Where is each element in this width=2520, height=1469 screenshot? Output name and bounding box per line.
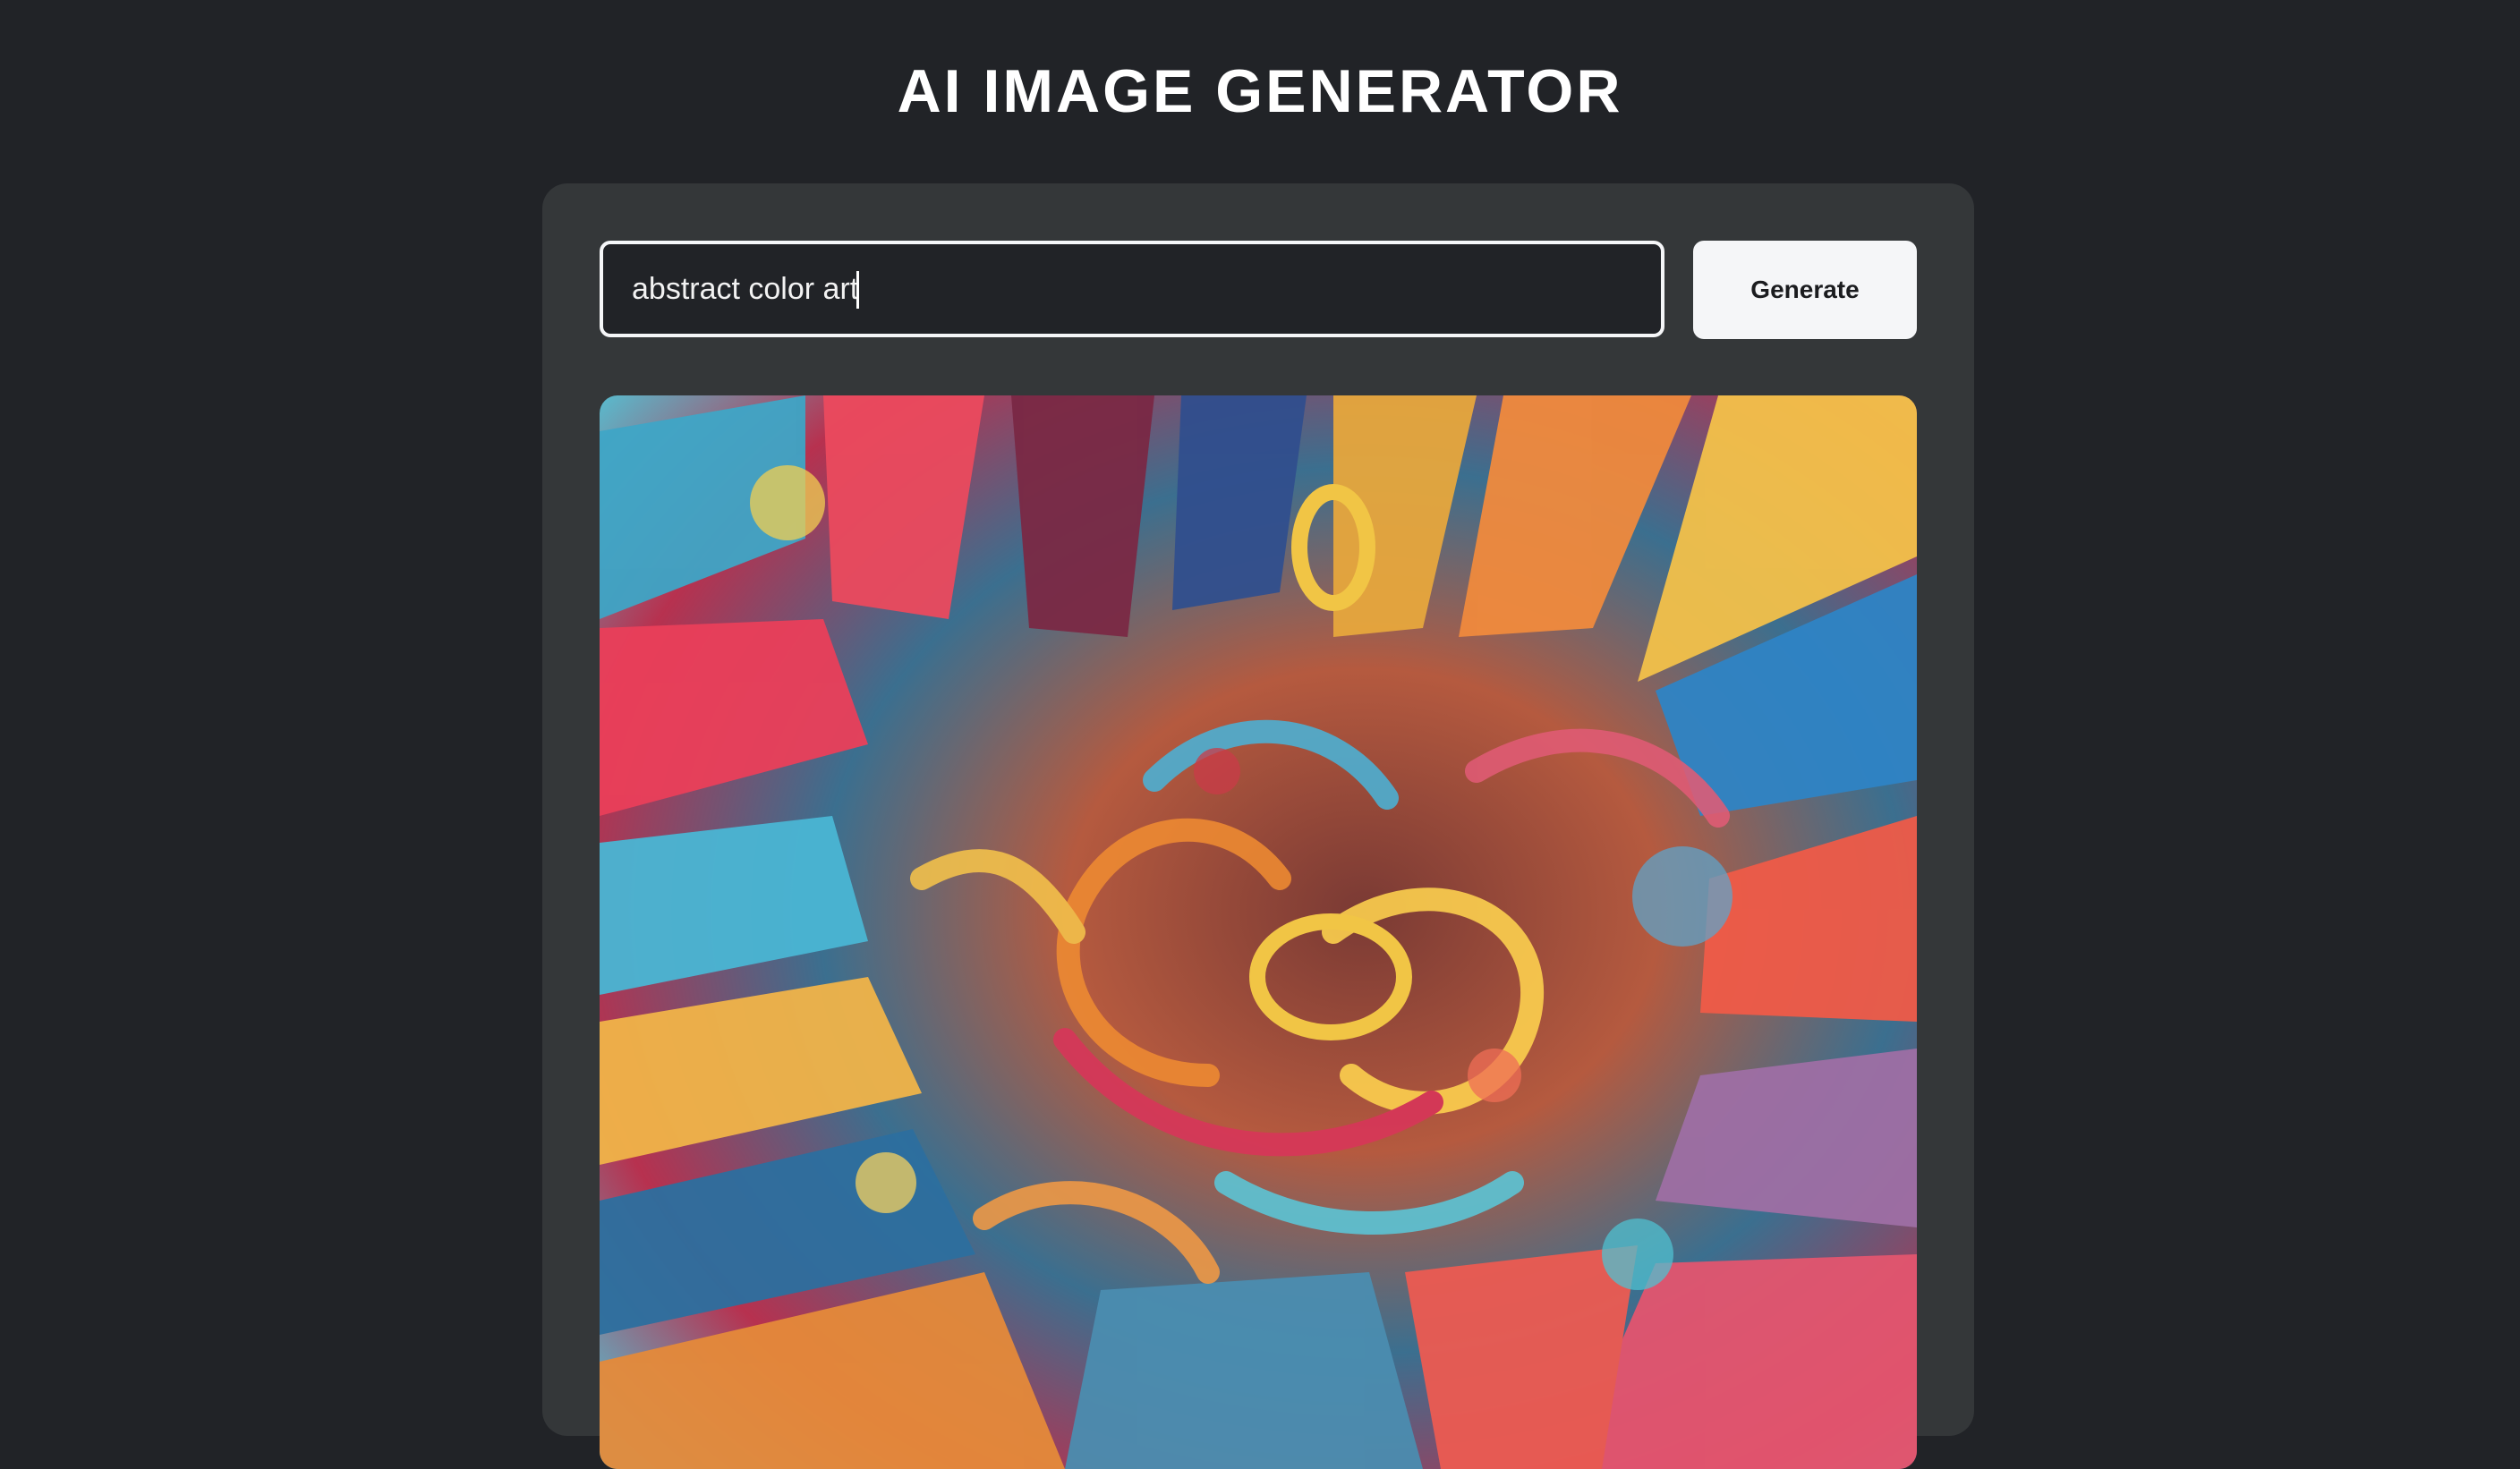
generated-image [600,395,1917,1469]
generator-panel: Generate [542,183,1974,1469]
abstract-art-image [600,395,1917,1469]
prompt-input[interactable] [600,241,1664,337]
page-title: AI IMAGE GENERATOR [897,57,1623,125]
generate-button[interactable]: Generate [1693,241,1917,339]
text-cursor [856,271,859,309]
